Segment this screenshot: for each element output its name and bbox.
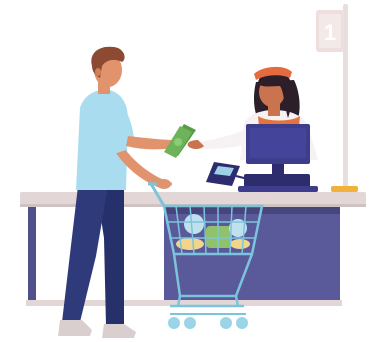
cart-wheel-4 bbox=[236, 317, 248, 329]
counter-top bbox=[20, 192, 366, 206]
customer-ear bbox=[95, 68, 101, 76]
cash-bill-mark bbox=[174, 138, 182, 146]
checkout-illustration: 1 bbox=[20, 4, 366, 338]
customer-forearm bbox=[126, 136, 174, 150]
lane-number: 1 bbox=[324, 20, 336, 45]
groceries-bottle bbox=[184, 214, 204, 234]
register-monitor-screen bbox=[250, 128, 306, 158]
cash-register bbox=[238, 124, 318, 192]
groceries-greens bbox=[206, 226, 232, 248]
cart-wheel-3 bbox=[220, 317, 232, 329]
cart-wheel-2 bbox=[184, 317, 196, 329]
lane-sign: 1 bbox=[316, 4, 358, 192]
checkout-scene: 1 bbox=[0, 0, 371, 342]
cashier-hand bbox=[187, 140, 204, 149]
register-base-top bbox=[238, 186, 318, 192]
customer-hand bbox=[157, 179, 171, 189]
customer-front-shoe bbox=[58, 320, 92, 336]
sign-pole-base bbox=[331, 186, 358, 192]
cart-wheel-1 bbox=[168, 317, 180, 329]
groceries-cheese bbox=[230, 239, 250, 249]
customer-back-shoe bbox=[102, 324, 136, 338]
counter-left-leg bbox=[28, 206, 36, 304]
